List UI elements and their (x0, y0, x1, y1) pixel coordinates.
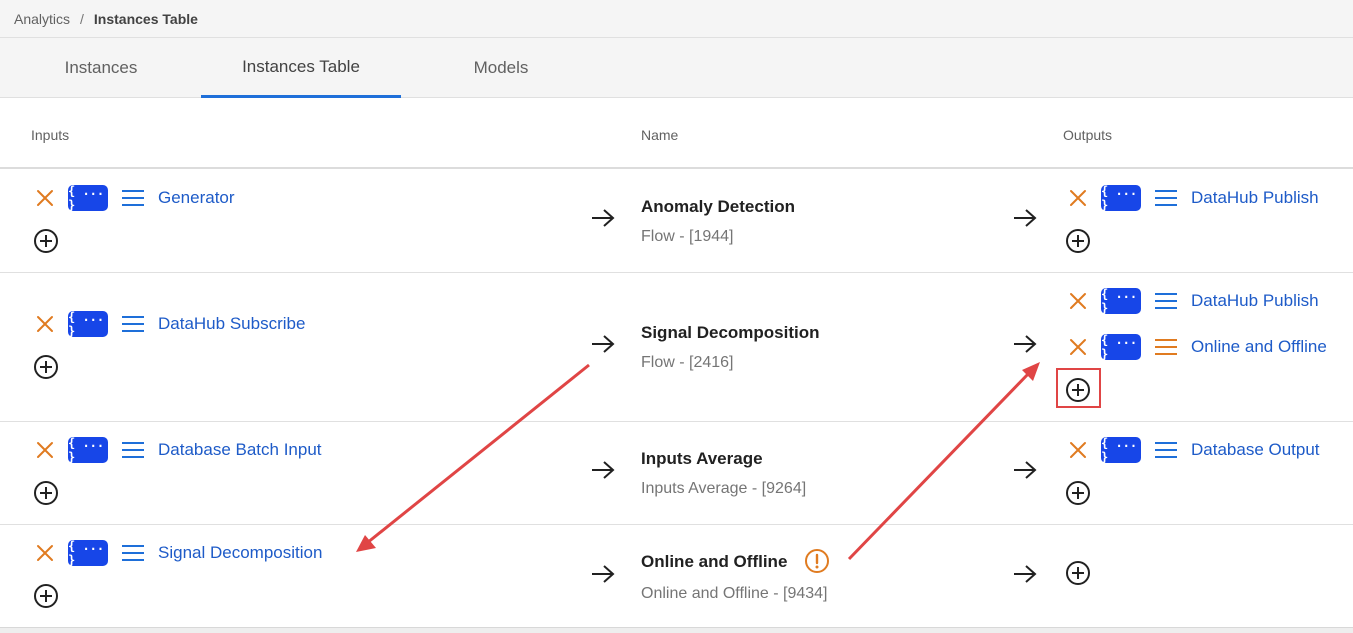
instance-name[interactable]: Anomaly Detection (641, 197, 795, 217)
instance-name[interactable]: Online and Offline (641, 552, 787, 572)
output-link[interactable]: Online and Offline (1191, 337, 1327, 357)
input-item: { ... } DataHub Subscribe (33, 309, 305, 339)
table-row: { ... } Generator Anomaly Detection Flow… (0, 170, 1353, 273)
instance-subtitle: Flow - [2416] (641, 354, 734, 371)
input-item: { ... } Signal Decomposition (33, 538, 322, 568)
menu-icon-warning[interactable] (1154, 335, 1178, 359)
input-link[interactable]: DataHub Subscribe (158, 314, 305, 334)
tab-instances[interactable]: Instances (1, 38, 201, 98)
output-link[interactable]: DataHub Publish (1191, 188, 1319, 208)
json-button[interactable]: { ... } (68, 539, 108, 567)
input-link[interactable]: Database Batch Input (158, 440, 322, 460)
table-footer-bar (0, 627, 1353, 633)
json-button[interactable]: { ... } (1101, 287, 1141, 315)
table-row: { ... } DataHub Subscribe Signal Decompo… (0, 273, 1353, 422)
tab-models[interactable]: Models (401, 38, 601, 98)
json-button[interactable]: { ... } (1101, 184, 1141, 212)
column-header-outputs: Outputs (1063, 127, 1113, 143)
remove-icon[interactable] (33, 312, 57, 336)
remove-icon[interactable] (33, 186, 57, 210)
instance-name[interactable]: Signal Decomposition (641, 323, 820, 343)
arrow-right-icon (592, 209, 615, 227)
breadcrumb-separator: / (80, 10, 84, 27)
menu-icon[interactable] (1154, 438, 1178, 462)
arrow-right-icon (592, 335, 615, 353)
json-button[interactable]: { ... } (1101, 436, 1141, 464)
output-item: { ... } Database Output (1066, 435, 1320, 465)
arrow-right-icon (592, 565, 615, 583)
input-item: { ... } Generator (33, 183, 235, 213)
output-item: { ... } Online and Offline (1066, 332, 1327, 362)
add-input-icon[interactable] (32, 353, 60, 381)
menu-icon[interactable] (1154, 289, 1178, 313)
input-link[interactable]: Generator (158, 188, 235, 208)
breadcrumb-root[interactable]: Analytics (14, 11, 70, 27)
arrow-right-icon (592, 461, 615, 479)
instance-subtitle: Online and Offline - [9434] (641, 585, 828, 602)
input-item: { ... } Database Batch Input (33, 435, 322, 465)
breadcrumb: Analytics / Instances Table (0, 0, 1353, 38)
add-output-icon[interactable] (1064, 227, 1092, 255)
remove-icon[interactable] (1066, 186, 1090, 210)
output-item: { ... } DataHub Publish (1066, 183, 1319, 213)
output-link[interactable]: DataHub Publish (1191, 291, 1319, 311)
highlight-box (1056, 368, 1101, 408)
json-button[interactable]: { ... } (1101, 333, 1141, 361)
arrow-right-icon (1014, 565, 1037, 583)
breadcrumb-current: Instances Table (93, 10, 198, 27)
instance-subtitle: Inputs Average - [9264] (641, 480, 807, 497)
tab-instances-table[interactable]: Instances Table (201, 38, 401, 98)
add-input-icon[interactable] (32, 582, 60, 610)
json-button[interactable]: { ... } (68, 436, 108, 464)
menu-icon[interactable] (1154, 186, 1178, 210)
add-input-icon[interactable] (32, 479, 60, 507)
add-output-icon[interactable] (1064, 479, 1092, 507)
arrow-right-icon (1014, 461, 1037, 479)
menu-icon[interactable] (121, 312, 145, 336)
output-link[interactable]: Database Output (1191, 440, 1320, 460)
tab-bar: Instances Instances Table Models (0, 38, 1353, 98)
menu-icon[interactable] (121, 186, 145, 210)
remove-icon[interactable] (33, 438, 57, 462)
table-row: { ... } Database Batch Input Inputs Aver… (0, 422, 1353, 525)
output-item: { ... } DataHub Publish (1066, 286, 1319, 316)
table-row: { ... } Signal Decomposition Online and … (0, 525, 1353, 627)
input-link[interactable]: Signal Decomposition (158, 543, 322, 563)
arrow-right-icon (1014, 335, 1037, 353)
menu-icon[interactable] (121, 541, 145, 565)
column-header-inputs: Inputs (31, 127, 70, 143)
add-input-icon[interactable] (32, 227, 60, 255)
remove-icon[interactable] (1066, 289, 1090, 313)
add-output-icon[interactable] (1064, 559, 1092, 587)
instance-name[interactable]: Inputs Average (641, 449, 763, 469)
menu-icon[interactable] (121, 438, 145, 462)
arrow-right-icon (1014, 209, 1037, 227)
remove-icon[interactable] (33, 541, 57, 565)
table-header: Inputs Name Outputs (0, 99, 1353, 169)
json-button[interactable]: { ... } (68, 310, 108, 338)
warning-icon (805, 549, 829, 573)
json-button[interactable]: { ... } (68, 184, 108, 212)
remove-icon[interactable] (1066, 438, 1090, 462)
column-header-name: Name (641, 127, 679, 143)
remove-icon[interactable] (1066, 335, 1090, 359)
instance-subtitle: Flow - [1944] (641, 228, 734, 245)
